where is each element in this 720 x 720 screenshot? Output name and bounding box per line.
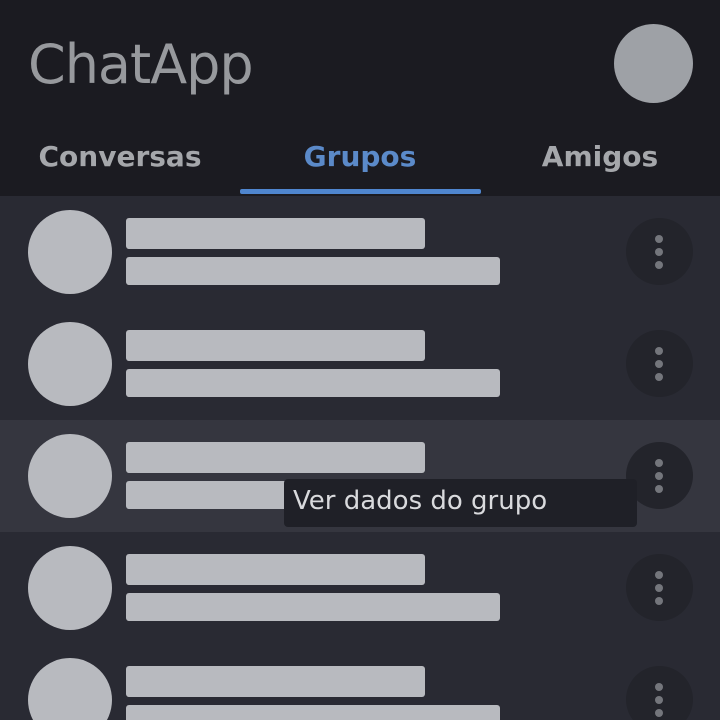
more-vertical-icon <box>655 360 663 368</box>
more-vertical-icon <box>655 485 663 493</box>
more-vertical-icon <box>655 696 663 704</box>
list-item[interactable] <box>0 308 720 420</box>
tab-amigos[interactable]: Amigos <box>480 120 720 196</box>
list-item[interactable] <box>0 644 720 720</box>
list-item[interactable] <box>0 196 720 308</box>
more-vertical-icon <box>655 347 663 355</box>
tooltip: Ver dados do grupo <box>284 479 637 527</box>
more-options-button[interactable] <box>626 666 693 720</box>
group-name-placeholder <box>126 554 425 585</box>
tab-label-conversas: Conversas <box>38 140 202 173</box>
more-vertical-icon <box>655 248 663 256</box>
more-vertical-icon <box>655 597 663 605</box>
more-options-button[interactable] <box>626 330 693 397</box>
group-avatar-placeholder <box>28 434 112 518</box>
more-options-button[interactable] <box>626 218 693 285</box>
group-subtitle-placeholder <box>126 369 500 397</box>
tab-bar: Conversas Grupos Amigos <box>0 120 720 196</box>
group-name-placeholder <box>126 442 425 473</box>
group-name-placeholder <box>126 666 425 697</box>
group-name-placeholder <box>126 218 425 249</box>
more-vertical-icon <box>655 709 663 717</box>
group-avatar-placeholder <box>28 322 112 406</box>
more-options-button[interactable] <box>626 554 693 621</box>
group-subtitle-placeholder <box>126 705 500 720</box>
group-avatar-placeholder <box>28 210 112 294</box>
tab-conversas[interactable]: Conversas <box>0 120 240 196</box>
group-list <box>0 196 720 720</box>
app-window: ChatApp Conversas Grupos Amigos Ver dado… <box>0 0 720 720</box>
group-avatar-placeholder <box>28 546 112 630</box>
tab-label-grupos: Grupos <box>303 140 417 173</box>
group-name-placeholder <box>126 330 425 361</box>
more-vertical-icon <box>655 459 663 467</box>
group-subtitle-placeholder <box>126 593 500 621</box>
group-subtitle-placeholder <box>126 257 500 285</box>
more-vertical-icon <box>655 373 663 381</box>
app-header: ChatApp Conversas Grupos Amigos <box>0 0 720 196</box>
more-vertical-icon <box>655 584 663 592</box>
more-vertical-icon <box>655 683 663 691</box>
app-title: ChatApp <box>28 33 254 96</box>
list-item[interactable] <box>0 532 720 644</box>
tab-label-amigos: Amigos <box>541 140 659 173</box>
more-vertical-icon <box>655 261 663 269</box>
more-vertical-icon <box>655 571 663 579</box>
more-vertical-icon <box>655 472 663 480</box>
active-tab-indicator <box>240 189 481 194</box>
group-avatar-placeholder <box>28 658 112 720</box>
profile-avatar[interactable] <box>614 24 693 103</box>
more-vertical-icon <box>655 235 663 243</box>
tab-grupos[interactable]: Grupos <box>240 120 480 196</box>
